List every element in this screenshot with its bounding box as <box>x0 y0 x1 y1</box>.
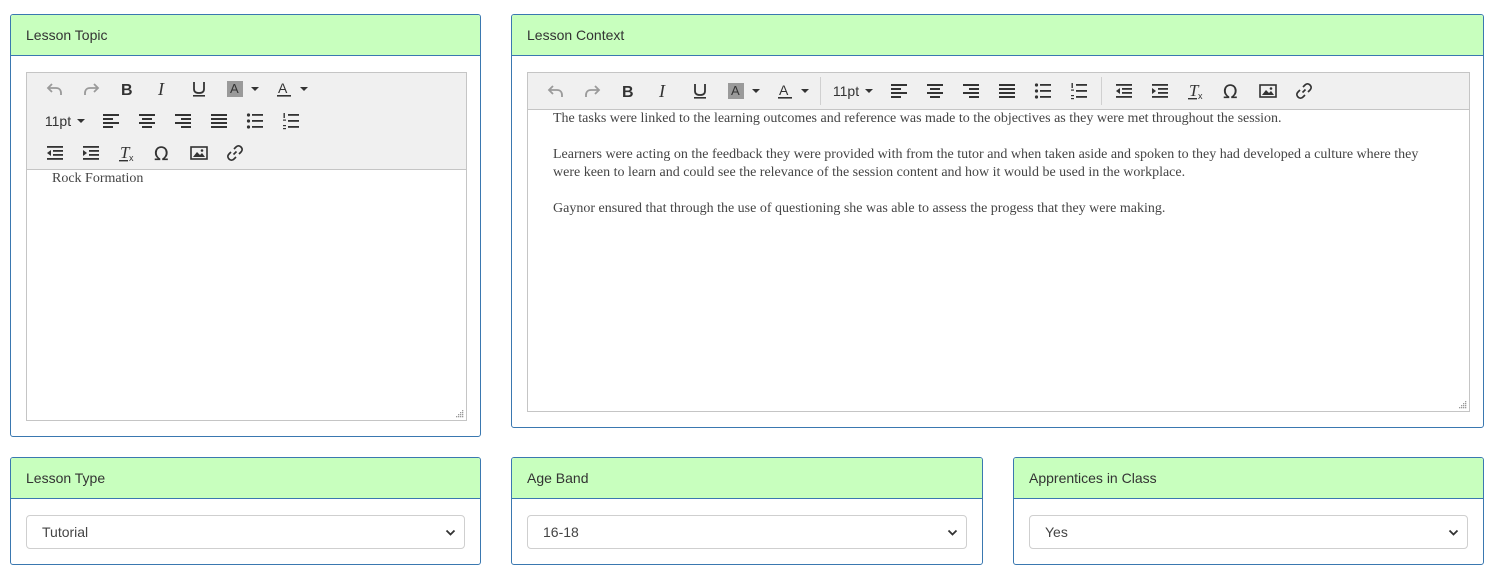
toolbar-separator <box>1101 77 1102 105</box>
chevron-down-icon <box>445 527 456 538</box>
apprentices-value: Yes <box>1045 524 1068 540</box>
italic-icon[interactable] <box>646 75 682 107</box>
chevron-down-icon <box>299 87 308 91</box>
bold-icon[interactable] <box>610 75 646 107</box>
apprentices-select[interactable]: Yes <box>1029 515 1468 549</box>
content-paragraph: The tasks were linked to the learning ou… <box>553 111 1282 126</box>
lesson-topic-toolbar: 11pt <box>27 73 466 170</box>
chevron-down-icon <box>800 89 809 93</box>
chevron-down-icon <box>751 89 760 93</box>
resize-handle-icon[interactable] <box>455 409 464 418</box>
lesson-type-heading: Lesson Type <box>11 458 480 499</box>
lesson-context-heading: Lesson Context <box>512 15 1483 56</box>
lesson-context-content[interactable]: The tasks were linked to the learning ou… <box>528 110 1469 410</box>
lesson-topic-heading: Lesson Topic <box>11 15 480 56</box>
font-size-dropdown[interactable]: 11pt <box>37 105 93 137</box>
lesson-context-toolbar: 11pt <box>528 73 1469 110</box>
link-icon[interactable] <box>217 137 253 169</box>
age-band-panel: Age Band 16-18 <box>511 457 983 565</box>
bullet-list-icon[interactable] <box>1025 75 1061 107</box>
special-character-icon[interactable] <box>1214 75 1250 107</box>
chevron-down-icon <box>947 527 958 538</box>
indent-icon[interactable] <box>1142 75 1178 107</box>
align-right-icon[interactable] <box>953 75 989 107</box>
font-size-label: 11pt <box>832 83 860 99</box>
numbered-list-icon[interactable] <box>1061 75 1097 107</box>
bullet-list-icon[interactable] <box>237 105 273 137</box>
chevron-down-icon <box>250 87 259 91</box>
lesson-topic-content[interactable]: Rock Formation <box>27 170 466 416</box>
chevron-down-icon <box>1448 527 1459 538</box>
lesson-topic-editor: 11pt Rock Formation <box>26 72 467 421</box>
outdent-icon[interactable] <box>37 137 73 169</box>
underline-icon[interactable] <box>682 75 718 107</box>
resize-handle-icon[interactable] <box>1458 400 1467 409</box>
lesson-type-select[interactable]: Tutorial <box>26 515 465 549</box>
age-band-heading: Age Band <box>512 458 982 499</box>
align-right-icon[interactable] <box>165 105 201 137</box>
chevron-down-icon <box>865 89 874 93</box>
image-icon[interactable] <box>1250 75 1286 107</box>
justify-icon[interactable] <box>989 75 1025 107</box>
background-color-icon[interactable] <box>217 73 266 105</box>
redo-icon[interactable] <box>73 73 109 105</box>
text-color-icon[interactable] <box>767 75 816 107</box>
apprentices-panel: Apprentices in Class Yes <box>1013 457 1484 565</box>
background-color-icon[interactable] <box>718 75 767 107</box>
link-icon[interactable] <box>1286 75 1322 107</box>
font-size-dropdown[interactable]: 11pt <box>825 75 881 107</box>
italic-icon[interactable] <box>145 73 181 105</box>
align-center-icon[interactable] <box>129 105 165 137</box>
numbered-list-icon[interactable] <box>273 105 309 137</box>
redo-icon[interactable] <box>574 75 610 107</box>
content-paragraph: Gaynor ensured that through the use of q… <box>553 201 1166 216</box>
lesson-topic-panel: Lesson Topic 11pt Rock Formation <box>10 14 481 437</box>
lesson-context-editor: 11pt The tasks were linked to the learni… <box>527 72 1470 412</box>
align-center-icon[interactable] <box>917 75 953 107</box>
justify-icon[interactable] <box>201 105 237 137</box>
bold-icon[interactable] <box>109 73 145 105</box>
indent-icon[interactable] <box>73 137 109 169</box>
image-icon[interactable] <box>181 137 217 169</box>
outdent-icon[interactable] <box>1106 75 1142 107</box>
age-band-value: 16-18 <box>543 524 579 540</box>
text-color-icon[interactable] <box>266 73 315 105</box>
toolbar-separator <box>820 77 821 105</box>
content-paragraph: Rock Formation <box>52 171 144 186</box>
clear-formatting-icon[interactable] <box>109 137 145 169</box>
lesson-context-panel: Lesson Context 11pt The tasks were linke… <box>511 14 1484 428</box>
apprentices-heading: Apprentices in Class <box>1014 458 1483 499</box>
age-band-select[interactable]: 16-18 <box>527 515 967 549</box>
undo-icon[interactable] <box>37 73 73 105</box>
content-paragraph: Learners were acting on the feedback the… <box>553 147 1419 180</box>
lesson-type-value: Tutorial <box>42 524 89 540</box>
align-left-icon[interactable] <box>93 105 129 137</box>
underline-icon[interactable] <box>181 73 217 105</box>
special-character-icon[interactable] <box>145 137 181 169</box>
undo-icon[interactable] <box>538 75 574 107</box>
clear-formatting-icon[interactable] <box>1178 75 1214 107</box>
lesson-type-panel: Lesson Type Tutorial <box>10 457 481 565</box>
chevron-down-icon <box>77 119 86 123</box>
align-left-icon[interactable] <box>881 75 917 107</box>
font-size-label: 11pt <box>44 113 72 129</box>
